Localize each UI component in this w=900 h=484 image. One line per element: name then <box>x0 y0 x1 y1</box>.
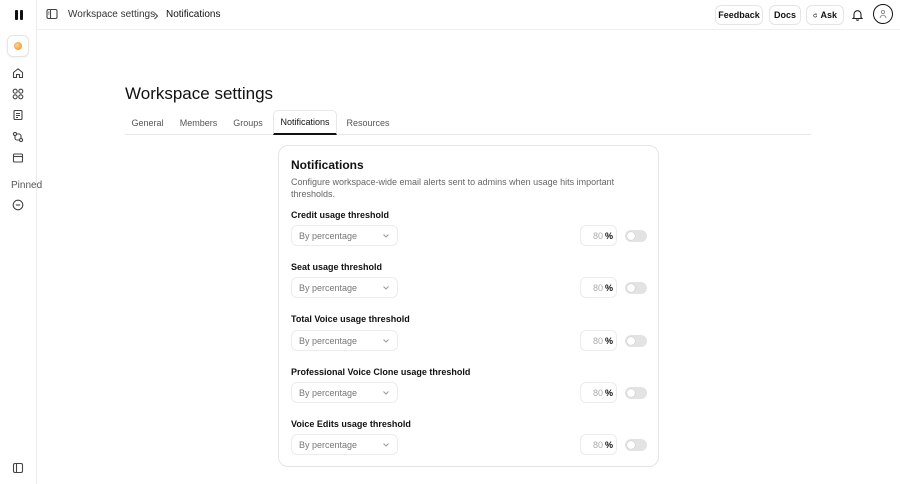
topbar: Workspace settings Notifications Feedbac… <box>37 0 900 30</box>
document-icon[interactable] <box>11 108 25 122</box>
threshold-mode-value: By percentage <box>299 230 358 241</box>
workspace-orb-icon <box>14 42 22 50</box>
tab-notifications[interactable]: Notifications <box>273 110 337 135</box>
threshold-label: Professional Voice Clone usage threshold <box>291 367 471 377</box>
chevron-down-icon <box>383 339 389 343</box>
threshold-mode-select[interactable]: By percentage <box>291 434 398 455</box>
home-icon[interactable] <box>11 66 25 80</box>
threshold-mode-value: By percentage <box>299 282 358 293</box>
user-avatar[interactable] <box>873 4 893 24</box>
threshold-value-input[interactable]: 80% <box>580 225 617 246</box>
threshold-mode-value: By percentage <box>299 387 358 398</box>
breadcrumb-workspace-settings[interactable]: Workspace settings <box>68 9 155 20</box>
threshold-mode-select[interactable]: By percentage <box>291 225 398 246</box>
threshold-mode-select[interactable]: By percentage <box>291 382 398 403</box>
threshold-label: Voice Edits usage threshold <box>291 419 411 429</box>
feedback-button[interactable]: Feedback <box>715 5 763 25</box>
settings-tabs: General Members Groups Notifications Res… <box>125 110 811 135</box>
pinned-section-label: Pinned <box>11 180 43 191</box>
tab-resources[interactable]: Resources <box>343 110 393 135</box>
card-title: Notifications <box>291 158 364 172</box>
threshold-unit: % <box>604 230 613 241</box>
page-title: Workspace settings <box>125 84 274 103</box>
threshold-value: 80 <box>592 282 603 293</box>
tab-general[interactable]: General <box>125 110 170 135</box>
pinned-chat-icon[interactable] <box>11 198 25 212</box>
threshold-value-input[interactable]: 80% <box>580 277 617 298</box>
toggle-knob <box>627 441 635 449</box>
threshold-value: 80 <box>592 335 603 346</box>
workspace-switcher-button[interactable] <box>7 35 29 57</box>
notifications-card: Notifications Configure workspace-wide e… <box>278 145 659 467</box>
app-logo-icon[interactable] <box>12 8 26 22</box>
chevron-down-icon <box>383 234 389 238</box>
bell-icon[interactable] <box>849 7 865 23</box>
threshold-value-input[interactable]: 80% <box>580 434 617 455</box>
threshold-enable-toggle[interactable] <box>625 387 647 399</box>
chevron-down-icon <box>383 286 389 290</box>
threshold-enable-toggle[interactable] <box>625 282 647 294</box>
threshold-value: 80 <box>592 387 603 398</box>
apps-grid-icon[interactable] <box>11 87 25 101</box>
threshold-unit: % <box>604 439 613 450</box>
folder-icon[interactable] <box>11 151 25 165</box>
ask-button[interactable]: Ask <box>806 5 844 25</box>
docs-button[interactable]: Docs <box>769 5 801 25</box>
threshold-mode-value: By percentage <box>299 439 358 450</box>
threshold-label: Total Voice usage threshold <box>291 314 410 324</box>
docs-button-label: Docs <box>774 10 797 20</box>
threshold-unit: % <box>604 282 613 293</box>
threshold-enable-toggle[interactable] <box>625 335 647 347</box>
toggle-knob <box>627 232 635 240</box>
threshold-mode-value: By percentage <box>299 335 358 346</box>
chevron-down-icon <box>383 443 389 447</box>
chevron-down-icon <box>383 391 389 395</box>
threshold-mode-select[interactable]: By percentage <box>291 330 398 351</box>
threshold-value: 80 <box>592 230 603 241</box>
toggle-knob <box>627 284 635 292</box>
threshold-unit: % <box>604 387 613 398</box>
tab-members[interactable]: Members <box>175 110 222 135</box>
breadcrumb-current: Notifications <box>166 9 221 20</box>
sidebar: Pinned <box>0 0 42 484</box>
threshold-value-input[interactable]: 80% <box>580 330 617 351</box>
workflow-icon[interactable] <box>11 130 25 144</box>
sidebar-toggle-icon[interactable] <box>46 8 60 22</box>
threshold-enable-toggle[interactable] <box>625 230 647 242</box>
feedback-button-label: Feedback <box>718 10 760 20</box>
threshold-label: Seat usage threshold <box>291 262 383 272</box>
card-description: Configure workspace-wide email alerts se… <box>291 177 615 199</box>
threshold-value: 80 <box>592 439 603 450</box>
threshold-label: Credit usage threshold <box>291 210 390 220</box>
tab-groups[interactable]: Groups <box>228 110 268 135</box>
threshold-enable-toggle[interactable] <box>625 439 647 451</box>
ask-button-label: Ask <box>820 10 837 20</box>
threshold-unit: % <box>604 335 613 346</box>
toggle-knob <box>627 389 635 397</box>
threshold-mode-select[interactable]: By percentage <box>291 277 398 298</box>
user-icon <box>879 9 887 19</box>
ask-refresh-icon <box>813 13 818 17</box>
toggle-knob <box>627 337 635 345</box>
chevron-right-icon <box>152 10 160 20</box>
threshold-value-input[interactable]: 80% <box>580 382 617 403</box>
collapse-sidebar-icon[interactable] <box>11 461 25 475</box>
